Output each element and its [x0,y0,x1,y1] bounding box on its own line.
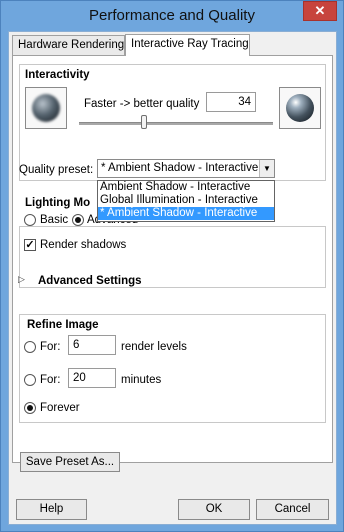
quality-preset-dropdown: Ambient Shadow - Interactive Global Illu… [97,180,275,222]
refine-forever-radio[interactable] [24,402,36,414]
refine-levels-radio[interactable] [24,341,36,353]
render-shadows-checkbox[interactable]: ✓ [24,239,36,251]
render-shadows-label[interactable]: Render shadows [40,239,126,251]
window-title: Performance and Quality [89,7,255,24]
preset-option-custom-ambient-shadow[interactable]: * Ambient Shadow - Interactive [98,207,274,220]
dialog-client-area: Hardware Rendering Interactive Ray Traci… [8,31,337,525]
refine-forever-label[interactable]: Forever [40,402,80,414]
lighting-basic-radio[interactable] [24,214,36,226]
quality-value-field[interactable] [206,92,256,112]
close-icon: ✕ [314,3,326,18]
title-bar[interactable]: Performance and Quality ✕ [1,1,343,31]
minutes-field[interactable] [68,368,116,388]
cancel-button[interactable]: Cancel [256,499,329,520]
refine-minutes-radio[interactable] [24,374,36,386]
quality-preset-value: * Ambient Shadow - Interactive [101,162,259,174]
quality-preset-label: Quality preset: [19,164,94,176]
refine-minutes-for-label: For: [40,374,61,386]
lighting-advanced-radio[interactable] [72,214,84,226]
tab-interactive-ray-tracing[interactable]: Interactive Ray Tracing [125,34,250,56]
advanced-settings-toggle[interactable]: Advanced Settings [38,275,142,287]
close-button[interactable]: ✕ [303,1,337,21]
quality-preset-select[interactable]: * Ambient Shadow - Interactive ▼ [97,159,275,178]
save-preset-button[interactable]: Save Preset As... [20,452,120,472]
ok-button[interactable]: OK [178,499,250,520]
render-levels-field[interactable] [68,335,116,355]
preset-option-global-illumination[interactable]: Global Illumination - Interactive [98,194,274,207]
dialog-window: Performance and Quality ✕ Hardware Rende… [0,0,344,532]
minutes-unit: minutes [121,374,162,386]
help-button[interactable]: Help [16,499,87,520]
preset-option-ambient-shadow[interactable]: Ambient Shadow - Interactive [98,181,274,194]
quality-slider-label: Faster -> better quality [84,98,200,110]
quality-slider-thumb[interactable] [141,115,147,129]
lighting-basic-label[interactable]: Basic [40,214,68,226]
low-quality-sphere-icon [25,87,67,129]
refine-levels-for-label: For: [40,341,61,353]
tab-hardware-rendering[interactable]: Hardware Rendering [12,35,125,55]
lighting-mode-heading: Lighting Mo [25,197,91,209]
high-quality-sphere-icon [279,87,321,129]
quality-slider-track[interactable] [79,122,273,125]
expand-arrow-icon[interactable]: ▷ [18,274,25,285]
render-levels-unit: render levels [121,341,187,353]
tab-panel: Interactivity Faster -> better quality Q… [12,55,333,472]
interactivity-heading: Interactivity [25,69,90,81]
refine-image-heading: Refine Image [27,319,99,331]
chevron-down-icon[interactable]: ▼ [259,160,274,177]
